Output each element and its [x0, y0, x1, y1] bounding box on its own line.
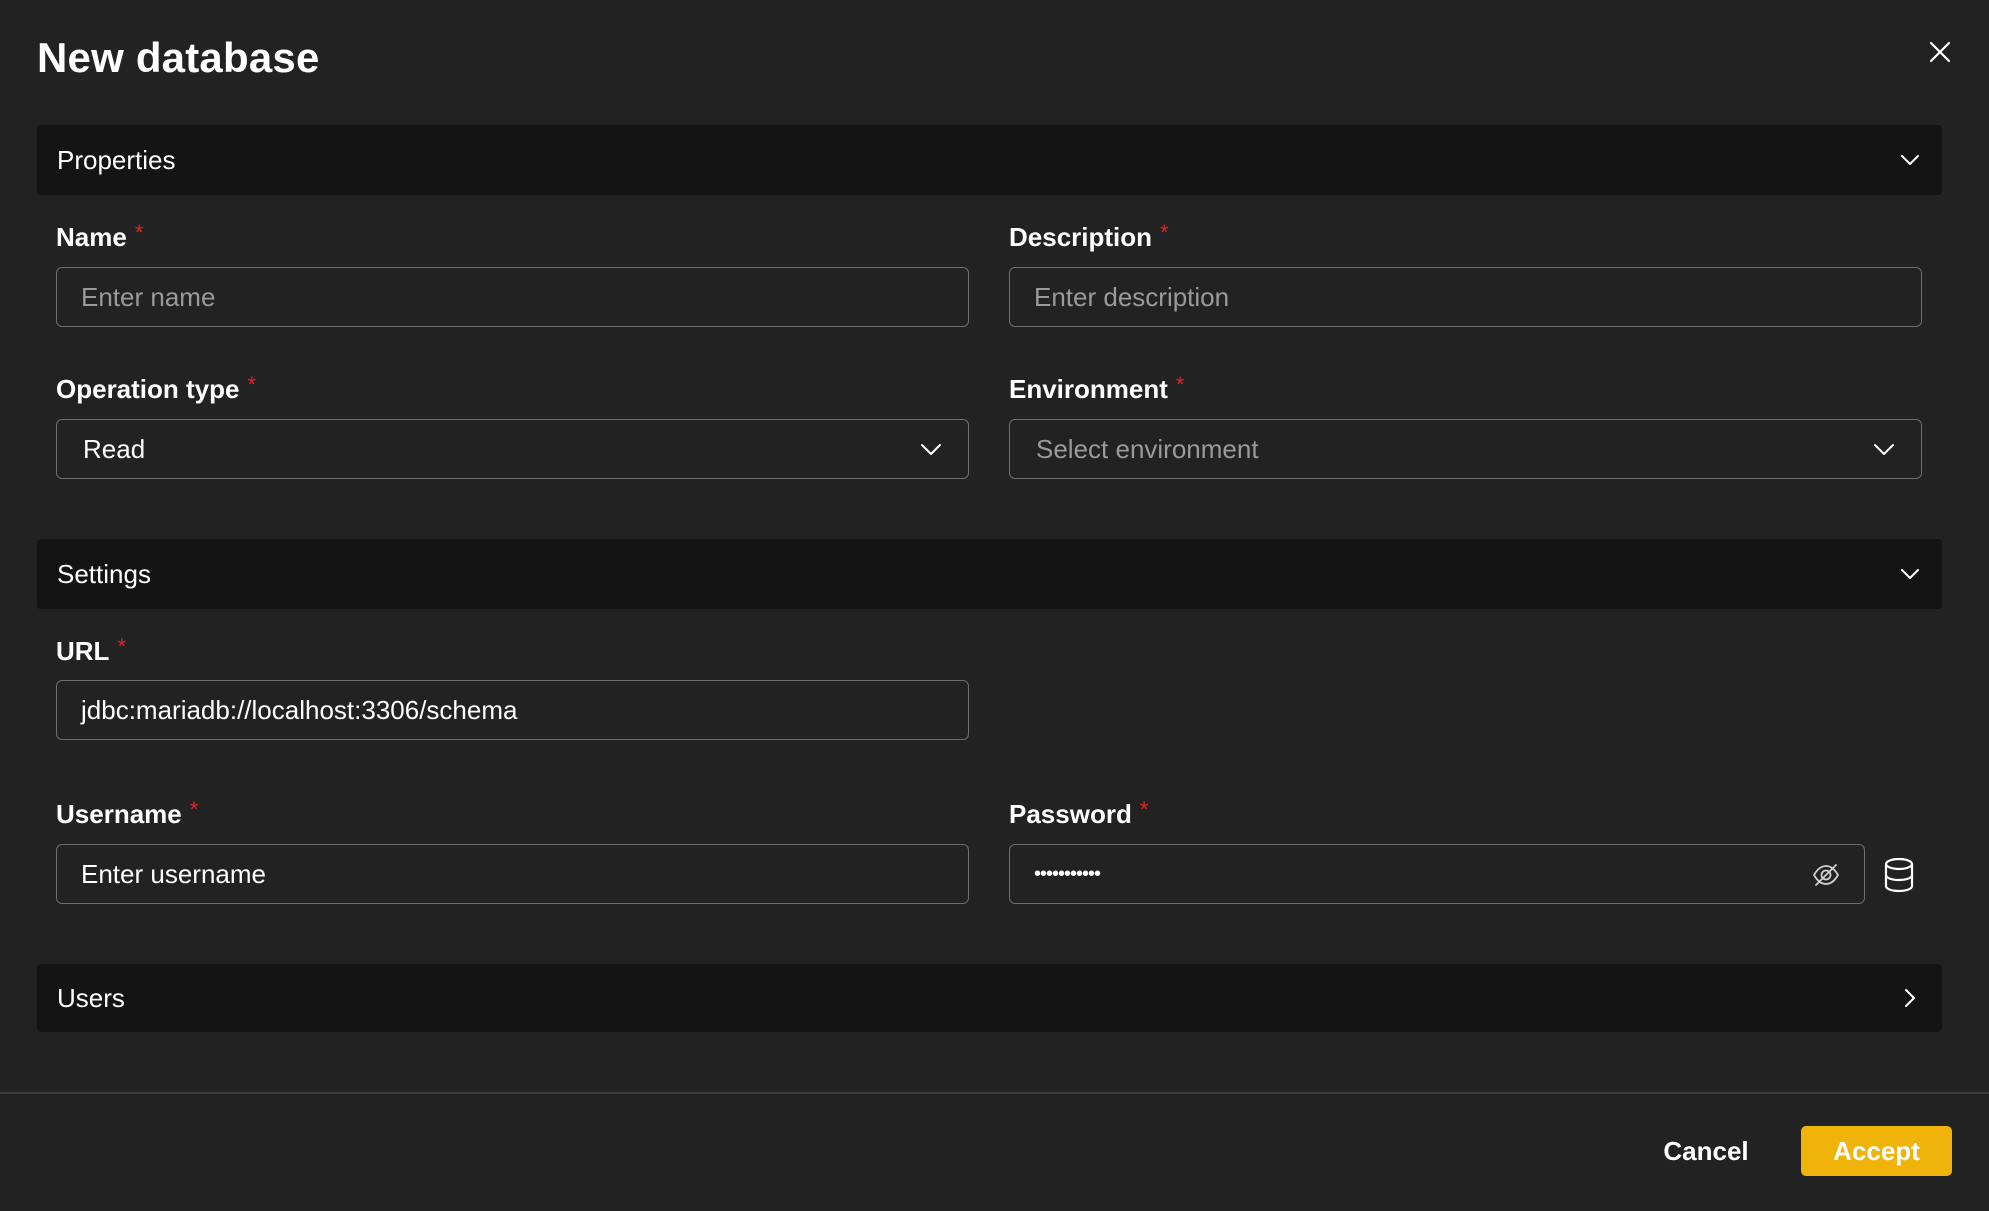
- environment-select[interactable]: Select environment: [1009, 419, 1922, 479]
- name-input[interactable]: Enter name: [56, 267, 969, 327]
- username-label: Username *: [56, 797, 199, 829]
- required-marker: *: [1175, 372, 1185, 397]
- database-icon[interactable]: [1882, 857, 1916, 893]
- section-users-label: Users: [57, 982, 125, 1013]
- accept-button[interactable]: Accept: [1801, 1126, 1952, 1176]
- required-marker: *: [1139, 797, 1149, 822]
- description-label: Description *: [1009, 220, 1169, 252]
- password-masked-value: •••••••••••: [1034, 862, 1101, 885]
- footer-divider: [0, 1092, 1989, 1094]
- operation-type-value: Read: [83, 433, 146, 464]
- url-value: jdbc:mariadb://localhost:3306/schema: [81, 694, 518, 725]
- url-input[interactable]: jdbc:mariadb://localhost:3306/schema: [56, 680, 969, 740]
- required-marker: *: [189, 797, 199, 822]
- environment-label: Environment *: [1009, 372, 1185, 404]
- required-marker: *: [1160, 220, 1169, 245]
- required-marker: *: [134, 220, 144, 245]
- section-users-header[interactable]: Users: [37, 964, 1942, 1032]
- username-value: Enter username: [81, 858, 266, 889]
- operation-type-label: Operation type *: [56, 372, 257, 404]
- name-placeholder: Enter name: [81, 281, 216, 312]
- eye-off-icon[interactable]: [1812, 861, 1840, 889]
- chevron-right-icon: [1898, 986, 1922, 1010]
- environment-placeholder: Select environment: [1036, 433, 1259, 464]
- section-settings-label: Settings: [57, 558, 151, 589]
- description-placeholder: Enter description: [1034, 281, 1230, 312]
- url-label: URL *: [56, 634, 126, 666]
- password-label: Password *: [1009, 797, 1149, 829]
- chevron-down-icon: [1871, 436, 1897, 462]
- chevron-down-icon: [918, 436, 944, 462]
- required-marker: *: [117, 634, 126, 659]
- section-properties-label: Properties: [57, 144, 176, 175]
- operation-type-select[interactable]: Read: [56, 419, 969, 479]
- dialog-title: New database: [37, 34, 320, 81]
- username-input[interactable]: Enter username: [56, 844, 969, 904]
- close-icon: [1929, 41, 1951, 63]
- password-input[interactable]: •••••••••••: [1009, 844, 1865, 904]
- new-database-dialog: New database Properties Name * Enter name…: [0, 0, 1989, 1211]
- chevron-down-icon: [1898, 562, 1922, 586]
- description-input[interactable]: Enter description: [1009, 267, 1922, 327]
- section-properties-header[interactable]: Properties: [37, 125, 1942, 195]
- close-button[interactable]: [1924, 36, 1956, 68]
- name-label: Name *: [56, 220, 144, 252]
- required-marker: *: [247, 372, 257, 397]
- section-settings-header[interactable]: Settings: [37, 539, 1942, 609]
- chevron-down-icon: [1898, 148, 1922, 172]
- cancel-button[interactable]: Cancel: [1640, 1126, 1772, 1176]
